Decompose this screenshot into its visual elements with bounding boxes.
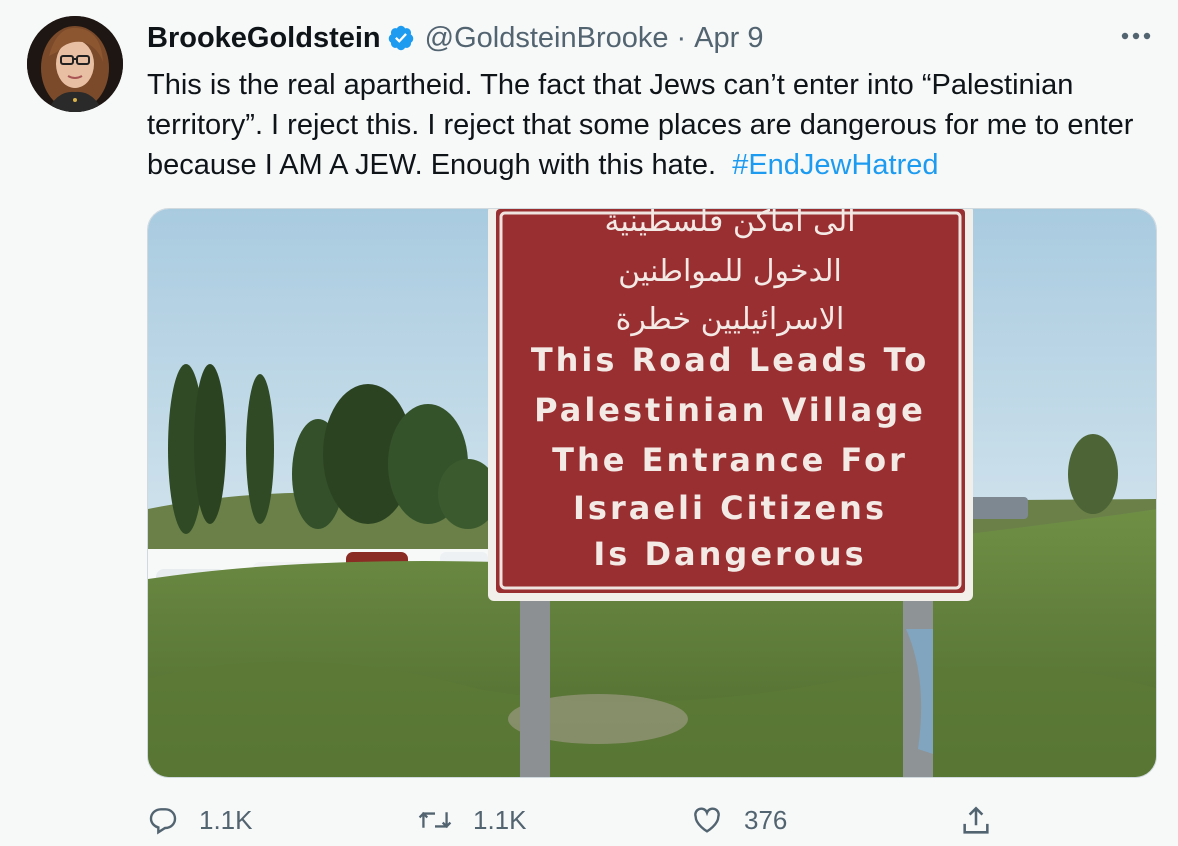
tweet[interactable]: BrookeGoldstein @GoldsteinBrooke · Apr 9… [0,0,1178,846]
sign-english-line-3: The Entrance For [552,441,908,479]
handle[interactable]: @GoldsteinBrooke [425,22,669,55]
sign-english-line-1: This Road Leads To [531,341,929,379]
hashtag-link[interactable]: #EndJewHatred [732,149,938,181]
tweet-date[interactable]: Apr 9 [694,22,763,55]
like-count: 376 [744,804,788,835]
sign-arabic-line-1: الى اماكن فلسطينية [604,209,855,239]
more-icon[interactable] [1116,22,1156,50]
tweet-header: BrookeGoldstein @GoldsteinBrooke · Apr 9 [147,20,764,56]
sign-english-line-2: Palestinian Village [534,391,926,429]
avatar[interactable] [27,16,123,112]
reply-button[interactable]: 1.1K [147,804,253,836]
retweet-button[interactable]: 1.1K [417,804,527,836]
avatar-image [27,16,123,112]
tweet-photo[interactable]: الى اماكن فلسطينية الدخول للمواطنين الاس… [147,208,1157,778]
retweet-count: 1.1K [473,804,527,835]
photo-scene: الى اماكن فلسطينية الدخول للمواطنين الاس… [148,209,1156,777]
sign-english-line-4: Israeli Citizens [573,489,887,527]
reply-count: 1.1K [199,804,253,835]
sign-english-line-5: Is Dangerous [593,535,866,573]
verified-badge-icon [388,25,413,51]
road-sign: الى اماكن فلسطينية الدخول للمواطنين الاس… [488,209,973,601]
share-button[interactable] [959,804,1013,838]
share-icon [963,806,989,834]
heart-icon [694,807,720,833]
reply-icon [149,808,177,835]
separator-dot: · [676,21,687,54]
like-button[interactable]: 376 [690,804,787,836]
action-bar: 1.1K 1.1K 376 [147,800,1157,846]
sign-arabic-line-2: الدخول للمواطنين [618,254,842,289]
sign-pole-left [520,594,550,777]
tweet-text: This is the real apartheid. The fact tha… [147,65,1157,185]
tweet-body: This is the real apartheid. The fact tha… [147,69,1134,181]
display-name[interactable]: BrookeGoldstein [147,22,381,55]
sign-arabic-line-3: الاسرائيليين خطرة [616,302,845,337]
retweet-icon [418,811,452,829]
